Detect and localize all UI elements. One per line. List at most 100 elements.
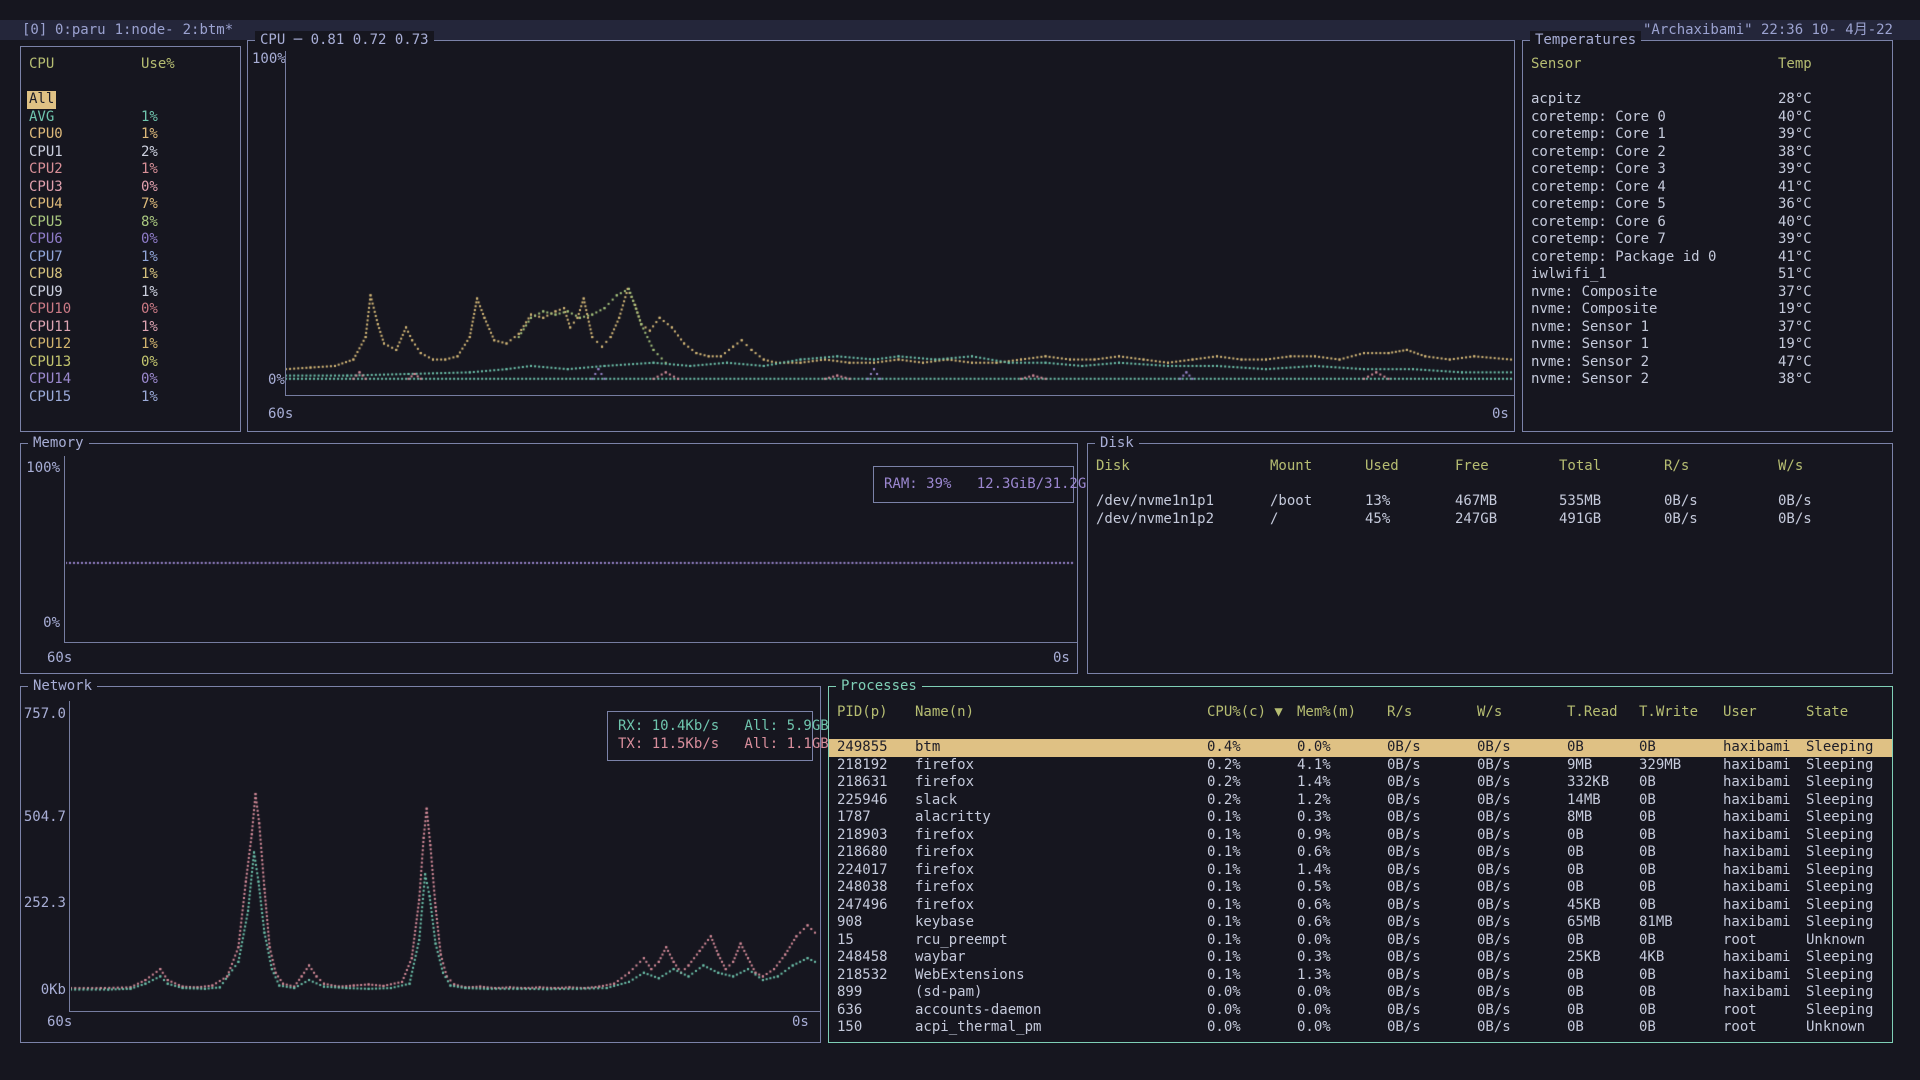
temp-row-7[interactable]: coretemp: Core 640°C — [1523, 214, 1892, 232]
cpu-row-usage: 8% — [141, 214, 158, 232]
temp-row-14[interactable]: nvme: Sensor 119°C — [1523, 336, 1892, 354]
cpu-row-avg[interactable]: AVG1% — [21, 109, 240, 127]
cpu-table-header-use[interactable]: Use% — [141, 56, 175, 74]
network-xleft-label: 60s — [47, 1014, 72, 1032]
process-cell-name: alacritty — [915, 809, 991, 827]
tmux-window-node[interactable]: 1:node- — [115, 20, 174, 40]
process-row-waybar[interactable]: 248458waybar0.1%0.3%0B/s0B/s25KB4KBhaxib… — [829, 949, 1892, 967]
cpu-row-cpu13[interactable]: CPU130% — [21, 354, 240, 372]
cpu-row-name: CPU2 — [29, 161, 63, 179]
temp-row-0[interactable]: acpitz28°C — [1523, 91, 1892, 109]
process-row-firefox[interactable]: 248038firefox0.1%0.5%0B/s0B/s0B0Bhaxibam… — [829, 879, 1892, 897]
processes-header-twrite[interactable]: T.Write — [1639, 704, 1698, 722]
processes-header-ws[interactable]: W/s — [1477, 704, 1502, 722]
processes-header-pid[interactable]: PID(p) — [837, 704, 888, 722]
processes-header-cpu[interactable]: CPU%(c) ▼ — [1207, 704, 1283, 722]
temp-row-11[interactable]: nvme: Composite37°C — [1523, 284, 1892, 302]
temperatures-panel[interactable]: Temperatures Sensor Temp acpitz28°Ccoret… — [1522, 40, 1893, 432]
disk-row-1[interactable]: /dev/nvme1n1p2/45%247GB491GB0B/s0B/s — [1088, 511, 1892, 529]
cpu-row-cpu8[interactable]: CPU81% — [21, 266, 240, 284]
temp-sensor-name: nvme: Composite — [1531, 284, 1657, 302]
processes-header-name[interactable]: Name(n) — [915, 704, 974, 722]
cpu-row-cpu0[interactable]: CPU01% — [21, 126, 240, 144]
processes-header-user[interactable]: User — [1723, 704, 1757, 722]
cpu-core-list-panel[interactable]: CPU Use% AllAVG1%CPU01%CPU12%CPU21%CPU30… — [20, 46, 241, 432]
process-cell-rs: 0B/s — [1387, 1019, 1421, 1037]
temps-header-sensor[interactable]: Sensor — [1531, 56, 1582, 74]
temp-row-8[interactable]: coretemp: Core 739°C — [1523, 231, 1892, 249]
process-row-firefox[interactable]: 247496firefox0.1%0.6%0B/s0B/s45KB0Bhaxib… — [829, 897, 1892, 915]
process-row-btm[interactable]: 249855btm0.4%0.0%0B/s0B/s0B0BhaxibamiSle… — [829, 739, 1892, 757]
disk-row-0[interactable]: /dev/nvme1n1p1/boot13%467MB535MB0B/s0B/s — [1088, 493, 1892, 511]
process-row-firefox[interactable]: 218631firefox0.2%1.4%0B/s0B/s332KB0Bhaxi… — [829, 774, 1892, 792]
cpu-row-cpu11[interactable]: CPU111% — [21, 319, 240, 337]
process-row-acpi_thermal_pm[interactable]: 150acpi_thermal_pm0.0%0.0%0B/s0B/s0B0Bro… — [829, 1019, 1892, 1037]
temp-row-12[interactable]: nvme: Composite19°C — [1523, 301, 1892, 319]
disk-header-total[interactable]: Total — [1559, 458, 1601, 476]
process-row-firefox[interactable]: 218192firefox0.2%4.1%0B/s0B/s9MB329MBhax… — [829, 757, 1892, 775]
process-row-accounts-daemon[interactable]: 636accounts-daemon0.0%0.0%0B/s0B/s0B0Bro… — [829, 1002, 1892, 1020]
process-cell-user: haxibami — [1723, 897, 1790, 915]
disk-title: Disk — [1095, 434, 1139, 452]
disk-header-disk[interactable]: Disk — [1096, 458, 1130, 476]
cpu-row-name: All — [27, 91, 56, 109]
cpu-row-cpu5[interactable]: CPU58% — [21, 214, 240, 232]
disk-header-ws[interactable]: W/s — [1778, 458, 1803, 476]
process-cell-name: waybar — [915, 949, 966, 967]
cpu-row-name: CPU4 — [29, 196, 63, 214]
cpu-row-cpu10[interactable]: CPU100% — [21, 301, 240, 319]
temp-row-2[interactable]: coretemp: Core 139°C — [1523, 126, 1892, 144]
temps-header-temp[interactable]: Temp — [1778, 56, 1812, 74]
process-row-firefox[interactable]: 224017firefox0.1%1.4%0B/s0B/s0B0Bhaxibam… — [829, 862, 1892, 880]
cpu-row-cpu15[interactable]: CPU151% — [21, 389, 240, 407]
process-cell-mem: 0.6% — [1297, 844, 1331, 862]
processes-panel[interactable]: Processes PID(p)Name(n)CPU%(c) ▼Mem%(m)R… — [828, 686, 1893, 1043]
cpu-row-all[interactable]: All — [21, 91, 240, 109]
temp-row-4[interactable]: coretemp: Core 339°C — [1523, 161, 1892, 179]
temp-row-3[interactable]: coretemp: Core 238°C — [1523, 144, 1892, 162]
temp-row-6[interactable]: coretemp: Core 536°C — [1523, 196, 1892, 214]
processes-header-state[interactable]: State — [1806, 704, 1848, 722]
disk-header-used[interactable]: Used — [1365, 458, 1399, 476]
disk-header-rs[interactable]: R/s — [1664, 458, 1689, 476]
disk-panel[interactable]: Disk DiskMountUsedFreeTotalR/sW/s /dev/n… — [1087, 443, 1893, 674]
processes-header-tread[interactable]: T.Read — [1567, 704, 1618, 722]
processes-header-mem[interactable]: Mem%(m) — [1297, 704, 1356, 722]
process-row-(sd-pam)[interactable]: 899(sd-pam)0.0%0.0%0B/s0B/s0B0BhaxibamiS… — [829, 984, 1892, 1002]
network-panel[interactable]: Network 757.0 504.7 252.3 0Kb 60s 0s RX:… — [20, 686, 821, 1043]
process-row-rcu_preempt[interactable]: 15rcu_preempt0.1%0.0%0B/s0B/s0B0BrootUnk… — [829, 932, 1892, 950]
process-row-keybase[interactable]: 908keybase0.1%0.6%0B/s0B/s65MB81MBhaxiba… — [829, 914, 1892, 932]
process-row-firefox[interactable]: 218903firefox0.1%0.9%0B/s0B/s0B0Bhaxibam… — [829, 827, 1892, 845]
process-row-slack[interactable]: 225946slack0.2%1.2%0B/s0B/s14MB0Bhaxibam… — [829, 792, 1892, 810]
temp-row-5[interactable]: coretemp: Core 441°C — [1523, 179, 1892, 197]
cpu-row-cpu7[interactable]: CPU71% — [21, 249, 240, 267]
disk-header-mount[interactable]: Mount — [1270, 458, 1312, 476]
processes-header-rs[interactable]: R/s — [1387, 704, 1412, 722]
temp-row-13[interactable]: nvme: Sensor 137°C — [1523, 319, 1892, 337]
temp-row-16[interactable]: nvme: Sensor 238°C — [1523, 371, 1892, 389]
process-row-WebExtensions[interactable]: 218532WebExtensions0.1%1.3%0B/s0B/s0B0Bh… — [829, 967, 1892, 985]
cpu-row-cpu12[interactable]: CPU121% — [21, 336, 240, 354]
cpu-row-cpu2[interactable]: CPU21% — [21, 161, 240, 179]
process-cell-pid: 15 — [837, 932, 854, 950]
cpu-graph-panel[interactable]: CPU ─ 0.81 0.72 0.73 100% 0% 60s 0s — [247, 40, 1515, 432]
process-cell-tread: 25KB — [1567, 949, 1601, 967]
temp-row-10[interactable]: iwlwifi_151°C — [1523, 266, 1892, 284]
temp-row-9[interactable]: coretemp: Package id 041°C — [1523, 249, 1892, 267]
temp-row-15[interactable]: nvme: Sensor 247°C — [1523, 354, 1892, 372]
memory-panel[interactable]: Memory 100% 0% 60s 0s RAM: 39% 12.3GiB/3… — [20, 443, 1078, 674]
tmux-window-paru[interactable]: 0:paru — [55, 20, 106, 40]
disk-header-free[interactable]: Free — [1455, 458, 1489, 476]
tmux-window-btm[interactable]: 2:btm* — [183, 20, 234, 40]
temp-value: 41°C — [1778, 179, 1812, 197]
cpu-row-cpu3[interactable]: CPU30% — [21, 179, 240, 197]
cpu-row-cpu4[interactable]: CPU47% — [21, 196, 240, 214]
cpu-row-cpu6[interactable]: CPU60% — [21, 231, 240, 249]
process-row-firefox[interactable]: 218680firefox0.1%0.6%0B/s0B/s0B0Bhaxibam… — [829, 844, 1892, 862]
cpu-row-cpu9[interactable]: CPU91% — [21, 284, 240, 302]
cpu-row-cpu1[interactable]: CPU12% — [21, 144, 240, 162]
cpu-row-cpu14[interactable]: CPU140% — [21, 371, 240, 389]
cpu-table-header-cpu[interactable]: CPU — [29, 56, 54, 74]
temp-row-1[interactable]: coretemp: Core 040°C — [1523, 109, 1892, 127]
process-row-alacritty[interactable]: 1787alacritty0.1%0.3%0B/s0B/s8MB0Bhaxiba… — [829, 809, 1892, 827]
